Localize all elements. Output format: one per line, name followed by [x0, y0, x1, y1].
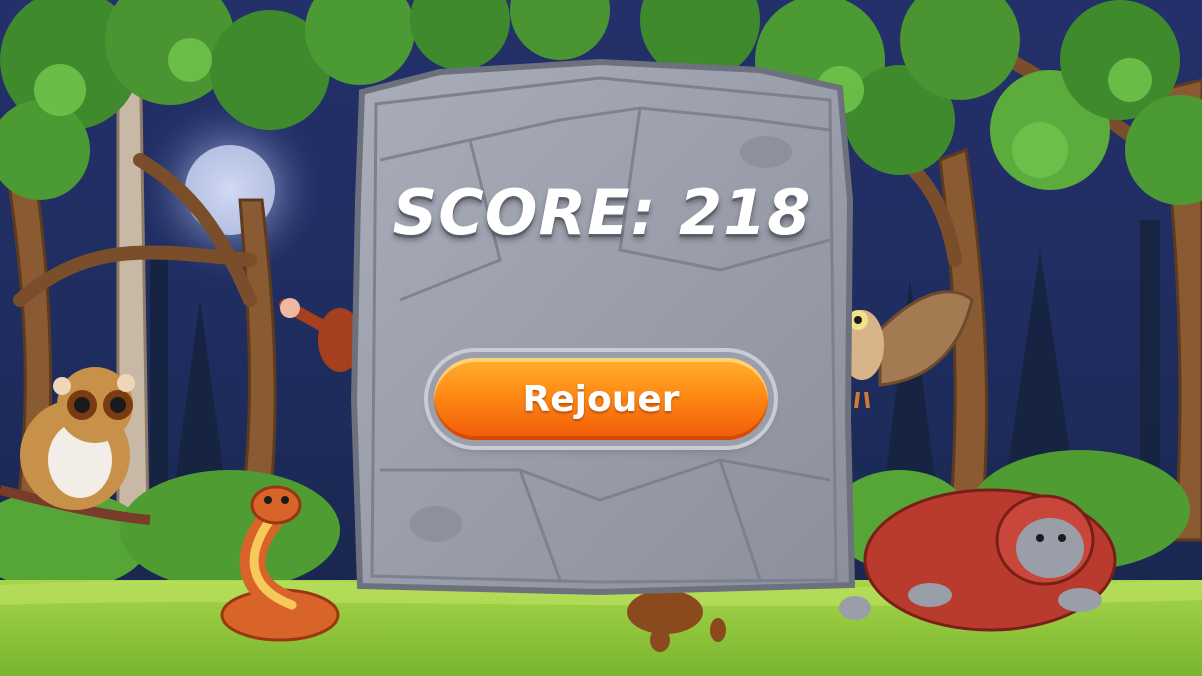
replay-button[interactable]: Rejouer [434, 358, 768, 440]
replay-label: Rejouer [522, 378, 680, 420]
score-value: 218 [678, 176, 812, 249]
jungle-background [0, 0, 1202, 676]
score-label: SCORE: [392, 176, 657, 249]
stone-panel [350, 58, 856, 596]
score-display: SCORE: 218 [354, 176, 850, 249]
